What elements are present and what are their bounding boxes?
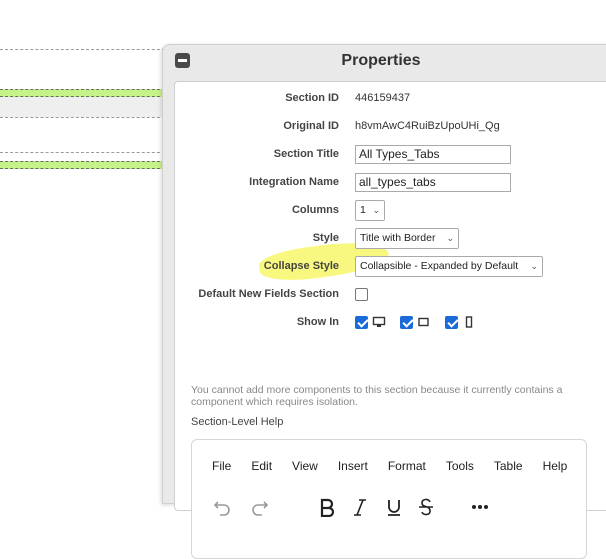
show-in-tablet — [400, 315, 431, 329]
section-id-label: Section ID — [285, 92, 339, 104]
row-integration-name: Integration Name — [175, 172, 605, 192]
row-section-title: Section Title — [175, 144, 605, 164]
show-in-desktop — [355, 315, 386, 329]
row-show-in: Show In — [175, 312, 605, 332]
properties-panel: Properties Section ID 446159437 Original… — [162, 44, 606, 559]
style-value: Title with Border — [360, 232, 436, 244]
bg-dashed-line — [0, 117, 170, 118]
strikethrough-icon[interactable] — [418, 497, 434, 517]
section-title-input[interactable] — [355, 144, 511, 164]
columns-label: Columns — [291, 204, 339, 216]
undo-icon[interactable] — [212, 497, 232, 517]
original-id-value: h8vmAwC4RuiBzUpoUHi_Qg — [355, 120, 500, 132]
style-label: Style — [312, 232, 339, 244]
bg-dashed-line — [0, 152, 170, 153]
section-title-label: Section Title — [273, 148, 339, 160]
underline-icon[interactable] — [386, 497, 402, 517]
collapse-style-label: Collapse Style — [263, 260, 339, 272]
desktop-icon — [372, 316, 386, 327]
menu-edit[interactable]: Edit — [251, 459, 272, 473]
section-id-value: 446159437 — [355, 92, 411, 104]
original-id-label: Original ID — [283, 120, 339, 132]
panel-header: Properties — [163, 45, 606, 77]
show-in-mobile — [445, 315, 476, 329]
more-icon[interactable] — [470, 497, 490, 517]
bold-icon[interactable] — [318, 497, 336, 517]
menu-insert[interactable]: Insert — [338, 459, 368, 473]
mobile-checkbox[interactable] — [445, 315, 458, 329]
rich-text-editor[interactable]: File Edit View Insert Format Tools Table… — [191, 439, 587, 559]
editor-menubar: File Edit View Insert Format Tools Table… — [212, 459, 587, 473]
tablet-checkbox[interactable] — [400, 315, 413, 329]
integration-name-input[interactable] — [355, 172, 511, 192]
menu-table[interactable]: Table — [494, 459, 523, 473]
bg-dashed-line — [0, 49, 170, 50]
chevron-down-icon: ⌄ — [530, 260, 538, 271]
menu-tools[interactable]: Tools — [446, 459, 474, 473]
row-columns: Columns 1 ⌄ — [175, 199, 605, 221]
collapse-style-value: Collapsible - Expanded by Default — [360, 260, 519, 272]
chevron-down-icon: ⌄ — [446, 232, 454, 243]
collapse-style-select[interactable]: Collapsible - Expanded by Default ⌄ — [355, 255, 543, 277]
mobile-icon — [465, 316, 473, 328]
menu-format[interactable]: Format — [388, 459, 426, 473]
menu-help[interactable]: Help — [543, 459, 568, 473]
default-new-fields-label: Default New Fields Section — [198, 288, 339, 300]
row-original-id: Original ID h8vmAwC4RuiBzUpoUHi_Qg — [175, 116, 605, 136]
default-new-fields-checkbox[interactable] — [355, 287, 368, 301]
redo-icon[interactable] — [250, 497, 270, 517]
italic-icon[interactable] — [352, 497, 368, 517]
integration-name-label: Integration Name — [249, 176, 339, 188]
row-style: Style Title with Border ⌄ — [175, 227, 605, 249]
row-default-new-fields: Default New Fields Section — [175, 284, 605, 304]
columns-value: 1 — [360, 204, 366, 216]
tablet-icon — [418, 317, 429, 327]
panel-title: Properties — [341, 52, 421, 69]
row-section-id: Section ID 446159437 — [175, 88, 605, 108]
menu-file[interactable]: File — [212, 459, 231, 473]
desktop-checkbox[interactable] — [355, 315, 368, 329]
editor-toolbar — [212, 497, 490, 517]
columns-select[interactable]: 1 ⌄ — [355, 199, 385, 221]
style-select[interactable]: Title with Border ⌄ — [355, 227, 459, 249]
bg-row — [0, 97, 170, 117]
section-help-label: Section-Level Help — [191, 416, 284, 428]
bg-selected-row — [0, 89, 170, 97]
panel-body: Section ID 446159437 Original ID h8vmAwC… — [174, 81, 606, 559]
menu-view[interactable]: View — [292, 459, 318, 473]
show-in-label: Show In — [296, 316, 339, 328]
chevron-down-icon: ⌄ — [372, 204, 380, 215]
row-collapse-style: Collapse Style Collapsible - Expanded by… — [175, 255, 605, 277]
bg-selected-row — [0, 161, 170, 169]
isolation-warning: You cannot add more components to this s… — [191, 384, 563, 408]
